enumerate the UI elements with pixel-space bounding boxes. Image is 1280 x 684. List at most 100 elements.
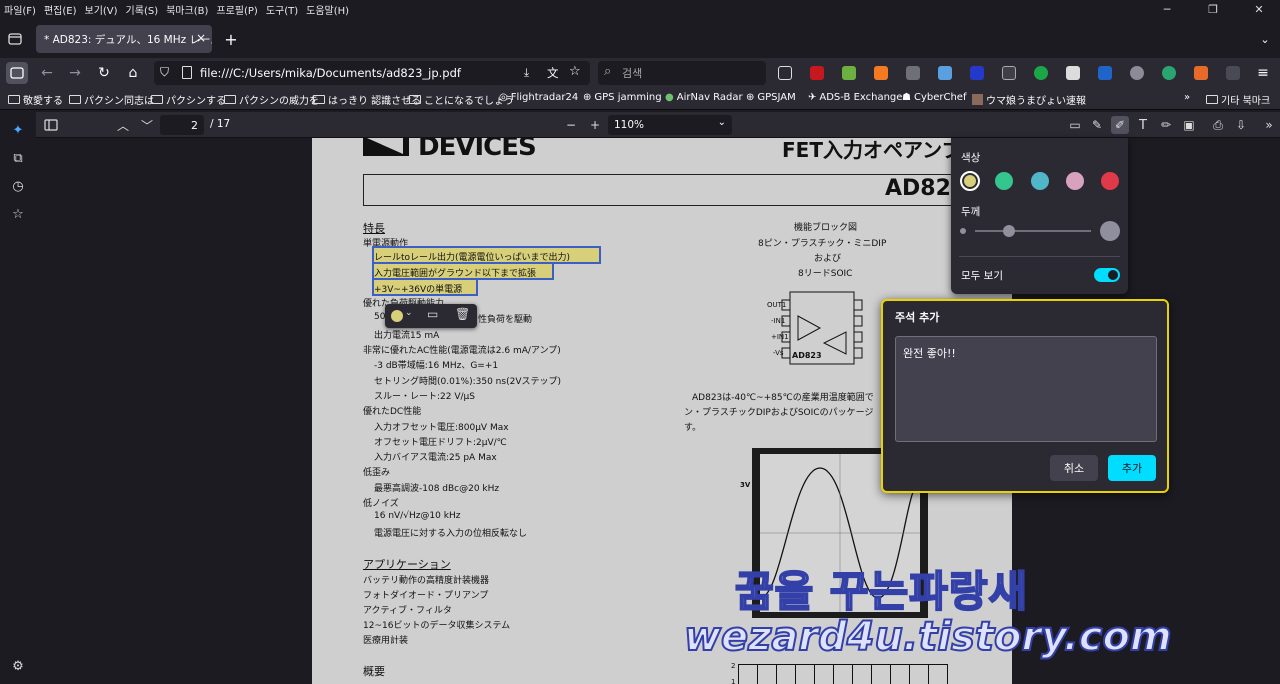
close-window-icon[interactable]: ✕	[1236, 0, 1280, 18]
thickness-slider[interactable]	[975, 230, 1091, 232]
delete-icon[interactable]: 🗑	[455, 307, 470, 321]
sync-tabs-icon[interactable]: ⧉	[10, 150, 26, 166]
chevron-down-icon[interactable]: ⌄	[1254, 28, 1276, 50]
color-swatch-yellow[interactable]	[960, 171, 980, 191]
color-swatch-red[interactable]	[1101, 172, 1119, 190]
bookmark-label: パクシン同志は	[84, 96, 154, 107]
menu-bar: 파일(F) 편집(E) 보기(V) 기록(S) 북마크(B) 프로필(P) 도구…	[0, 0, 1280, 18]
annotation-textarea[interactable]: 완전 좋아!!	[895, 336, 1157, 442]
menu-view[interactable]: 보기(V)	[85, 2, 118, 17]
zoom-select[interactable]: 110% ⌄	[608, 115, 732, 135]
translate-icon[interactable]: 文	[547, 65, 559, 81]
more-tools-icon[interactable]: »	[1260, 116, 1278, 134]
edit-signature-icon[interactable]: ✎	[1088, 116, 1106, 134]
search-bar[interactable]: ⌕ 검색	[598, 61, 766, 85]
bookmark-adsb[interactable]: ✈ ADS-B Exchange	[808, 92, 902, 103]
extension-puzzle-icon[interactable]	[938, 66, 952, 80]
menu-tools[interactable]: 도구(T)	[266, 2, 298, 17]
menu-help[interactable]: 도움말(H)	[306, 2, 349, 17]
color-swatch-blue[interactable]	[1031, 172, 1049, 190]
bookmark-folder[interactable]: はっきり 認識させる	[313, 92, 421, 107]
menu-bookmarks[interactable]: 북마크(B)	[166, 2, 208, 17]
close-tab-icon[interactable]: ×	[196, 31, 206, 45]
home-icon[interactable]: ⌂	[122, 62, 144, 84]
add-comment-icon[interactable]: ▭	[427, 307, 438, 321]
minimize-icon[interactable]: ─	[1144, 0, 1190, 18]
pdf-sidebar-toggle-icon[interactable]	[42, 116, 60, 134]
extension-unknown-icon[interactable]	[906, 66, 920, 80]
extension-glasses-icon[interactable]	[1130, 66, 1144, 80]
back-icon[interactable]: ←	[36, 62, 58, 84]
thickness-slider-thumb[interactable]	[1003, 225, 1015, 237]
bookmark-folder[interactable]: 敬愛する	[8, 92, 63, 107]
add-annotation-dialog: 주석 추가 완전 좋아!! 취소 추가	[881, 299, 1169, 493]
feature-line: 非常に優れたAC性能(電源電流は2.6 mA/アンプ)	[363, 346, 561, 356]
bookmark-other[interactable]: 기타 북마크	[1206, 92, 1270, 107]
ai-sparkle-icon[interactable]: ✦	[10, 122, 26, 138]
bookmarks-star-icon[interactable]: ☆	[10, 206, 26, 222]
bookmarks-overflow-icon[interactable]: »	[1184, 92, 1190, 103]
tab-list-icon[interactable]	[4, 28, 26, 50]
extension-arrow-icon[interactable]	[970, 66, 984, 80]
zoom-in-icon[interactable]: +	[586, 116, 604, 134]
extension-js-icon[interactable]	[1066, 66, 1080, 80]
extension-mask-icon[interactable]	[1194, 66, 1208, 80]
sidebar-toggle-icon[interactable]	[6, 62, 28, 84]
bookmark-cyberchef[interactable]: ☗ CyberChef	[902, 92, 966, 103]
extension-orange-icon[interactable]	[874, 66, 888, 80]
maximize-icon[interactable]: ❐	[1190, 0, 1236, 18]
bookmark-uma[interactable]: ウマ娘うまぴょい速報	[972, 92, 1086, 107]
zoom-out-icon[interactable]: −	[562, 116, 580, 134]
extension-off-icon[interactable]	[1002, 66, 1016, 80]
extension-dark-icon[interactable]	[1226, 66, 1240, 80]
extension-globe-icon[interactable]	[1162, 66, 1176, 80]
history-icon[interactable]: ◷	[10, 178, 26, 194]
extension-icon[interactable]	[778, 66, 792, 80]
chevron-down-icon[interactable]: ⌄	[405, 308, 413, 318]
color-swatch-pink[interactable]	[1066, 172, 1084, 190]
new-tab-icon[interactable]: +	[220, 28, 242, 50]
image-icon[interactable]: ▣	[1180, 116, 1198, 134]
print-icon[interactable]: ⎙	[1209, 116, 1227, 134]
tab-pdf[interactable]: * AD823: デュアル、16 MHz レール to レ ×	[36, 25, 212, 53]
page-number-input[interactable]: 2	[160, 115, 204, 135]
folder-icon	[224, 95, 236, 104]
add-button[interactable]: 추가	[1108, 455, 1156, 481]
menu-file[interactable]: 파일(F)	[4, 2, 36, 17]
shield-icon[interactable]: ⛉	[160, 65, 169, 80]
text-tool-icon[interactable]: T	[1134, 116, 1152, 134]
bookmark-airnav[interactable]: ● AirNav Radar	[665, 92, 743, 103]
extension-green-icon[interactable]	[842, 66, 856, 80]
comment-icon[interactable]: ▭	[1066, 116, 1084, 134]
download-icon[interactable]: ⤓	[524, 65, 529, 80]
airnav-icon: ●	[665, 92, 674, 103]
bookmark-folder[interactable]: パクシンする	[151, 92, 226, 107]
show-all-toggle[interactable]	[1094, 268, 1120, 282]
color-swatch-green[interactable]	[995, 172, 1013, 190]
highlight-color-swatch[interactable]	[391, 310, 403, 322]
bookmark-folder[interactable]: パクシンの威力を	[224, 92, 319, 107]
extension-n-icon[interactable]	[1034, 66, 1048, 80]
menu-edit[interactable]: 편집(E)	[44, 2, 77, 17]
settings-gear-icon[interactable]: ⚙	[10, 658, 26, 674]
bookmark-flightradar[interactable]: ◎ Flightradar24	[499, 92, 578, 103]
highlight-icon[interactable]: ✐	[1111, 116, 1129, 134]
ublock-icon[interactable]	[810, 66, 824, 80]
menu-history[interactable]: 기록(S)	[126, 2, 159, 17]
forward-icon[interactable]: →	[64, 62, 86, 84]
cancel-button[interactable]: 취소	[1050, 455, 1098, 481]
next-page-icon[interactable]: ﹀	[138, 116, 156, 134]
bookmark-gpsjam[interactable]: ⊕ GPSJAM	[746, 92, 796, 103]
menu-profile[interactable]: 프로필(P)	[216, 2, 257, 17]
bookmark-folder[interactable]: パクシン同志は	[69, 92, 154, 107]
reload-icon[interactable]: ↻	[93, 62, 115, 84]
overflow-menu-icon[interactable]: ≡	[1252, 62, 1274, 84]
url-bar[interactable]: ⛉ file:///C:/Users/mika/Documents/ad823_…	[154, 61, 590, 85]
draw-icon[interactable]: ✏	[1157, 116, 1175, 134]
page-total: / 17	[210, 118, 231, 130]
extension-shield-icon[interactable]	[1098, 66, 1112, 80]
bookmark-gps-jamming[interactable]: ⊕ GPS jamming	[583, 92, 662, 103]
star-icon[interactable]: ☆	[569, 64, 581, 79]
save-icon[interactable]: ⇩	[1232, 116, 1250, 134]
prev-page-icon[interactable]: ︿	[114, 116, 132, 134]
